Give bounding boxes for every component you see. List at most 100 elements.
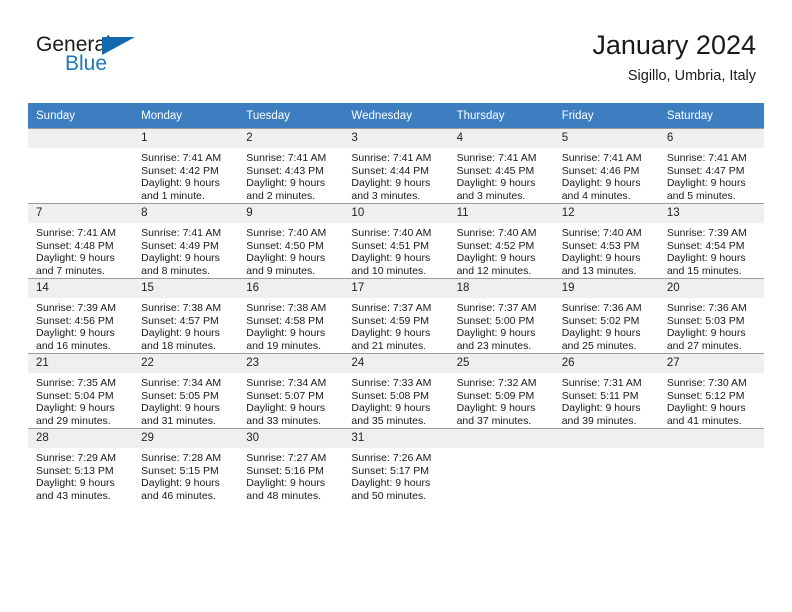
day-cell[interactable]: 2 Sunrise: 7:41 AM Sunset: 4:43 PM Daylight… [238, 128, 344, 203]
day-cell[interactable]: 12 Sunrise: 7:40 AM Sunset: 4:53 PM Dayligh… [553, 203, 659, 278]
day-cell[interactable]: 19 Sunrise: 7:36 AM Sunset: 5:02 PM Dayligh… [553, 278, 659, 353]
calendar-cell[interactable] [28, 128, 134, 203]
calendar-cell[interactable]: 17 Sunrise: 7:37 AM Sunset: 4:59 PM Dayligh… [343, 278, 449, 353]
calendar-cell[interactable]: 21 Sunrise: 7:35 AM Sunset: 5:04 PM Dayligh… [28, 353, 134, 428]
calendar-cell[interactable]: 25 Sunrise: 7:32 AM Sunset: 5:09 PM Dayligh… [448, 353, 554, 428]
daylight-text-line1: Daylight: 9 hours [561, 252, 641, 265]
day-cell[interactable]: 30 Sunrise: 7:27 AM Sunset: 5:16 PM Dayligh… [238, 428, 344, 503]
calendar-cell[interactable]: 23 Sunrise: 7:34 AM Sunset: 5:07 PM Dayligh… [238, 353, 344, 428]
day-cell[interactable]: 25 Sunrise: 7:32 AM Sunset: 5:09 PM Dayligh… [448, 353, 554, 428]
day-cell[interactable]: 1 Sunrise: 7:41 AM Sunset: 4:42 PM Daylight… [133, 128, 239, 203]
day-number: 2 [238, 129, 344, 148]
day-cell[interactable]: 9 Sunrise: 7:40 AM Sunset: 4:50 PM Daylight… [238, 203, 344, 278]
calendar-cell[interactable]: 6 Sunrise: 7:41 AM Sunset: 4:47 PM Daylight… [658, 128, 764, 203]
day-cell[interactable]: 13 Sunrise: 7:39 AM Sunset: 4:54 PM Dayligh… [658, 203, 764, 278]
day-cell[interactable]: 27 Sunrise: 7:30 AM Sunset: 5:12 PM Dayligh… [658, 353, 764, 428]
day-cell[interactable]: 31 Sunrise: 7:26 AM Sunset: 5:17 PM Dayligh… [343, 428, 449, 503]
day-cell[interactable]: 4 Sunrise: 7:41 AM Sunset: 4:45 PM Daylight… [448, 128, 554, 203]
daylight-text-line1: Daylight: 9 hours [351, 477, 431, 490]
day-cell[interactable]: 24 Sunrise: 7:33 AM Sunset: 5:08 PM Dayligh… [343, 353, 449, 428]
calendar-cell[interactable]: 19 Sunrise: 7:36 AM Sunset: 5:02 PM Dayligh… [553, 278, 659, 353]
daylight-text-line2: and 48 minutes. [246, 489, 321, 502]
calendar-cell[interactable]: 12 Sunrise: 7:40 AM Sunset: 4:53 PM Dayligh… [553, 203, 659, 278]
day-cell[interactable]: 26 Sunrise: 7:31 AM Sunset: 5:11 PM Dayligh… [553, 353, 659, 428]
sunrise-text: Sunrise: 7:39 AM [36, 302, 116, 314]
sunset-text: Sunset: 5:15 PM [141, 464, 219, 477]
day-cell[interactable]: 20 Sunrise: 7:36 AM Sunset: 5:03 PM Dayligh… [658, 278, 764, 353]
day-cell[interactable]: 17 Sunrise: 7:37 AM Sunset: 4:59 PM Dayligh… [343, 278, 449, 353]
calendar-cell[interactable]: 29 Sunrise: 7:28 AM Sunset: 5:15 PM Dayligh… [133, 428, 239, 503]
calendar-cell[interactable] [448, 428, 554, 503]
general-blue-logo[interactable]: General Blue [36, 34, 156, 82]
day-cell[interactable]: 28 Sunrise: 7:29 AM Sunset: 5:13 PM Dayligh… [28, 428, 134, 503]
calendar-cell[interactable]: 8 Sunrise: 7:41 AM Sunset: 4:49 PM Daylight… [133, 203, 239, 278]
day-cell[interactable]: 21 Sunrise: 7:35 AM Sunset: 5:04 PM Dayligh… [28, 353, 134, 428]
weekday-header-wednesday: Wednesday [343, 103, 449, 128]
calendar-cell[interactable]: 18 Sunrise: 7:37 AM Sunset: 5:00 PM Dayligh… [448, 278, 554, 353]
weekday-header-tuesday: Tuesday [238, 103, 344, 128]
daylight-text-line1: Daylight: 9 hours [351, 402, 431, 415]
calendar-cell[interactable]: 26 Sunrise: 7:31 AM Sunset: 5:11 PM Dayligh… [553, 353, 659, 428]
sunset-text: Sunset: 4:53 PM [561, 239, 640, 252]
daylight-text-line1: Daylight: 9 hours [36, 252, 115, 265]
day-details: Sunrise: 7:41 AM Sunset: 4:48 PM Daylight:… [28, 223, 133, 277]
calendar-cell[interactable]: 10 Sunrise: 7:40 AM Sunset: 4:51 PM Dayligh… [343, 203, 449, 278]
day-cell[interactable]: 14 Sunrise: 7:39 AM Sunset: 4:56 PM Dayligh… [28, 278, 134, 353]
calendar-cell[interactable]: 14 Sunrise: 7:39 AM Sunset: 4:56 PM Dayligh… [28, 278, 134, 353]
day-cell[interactable]: 15 Sunrise: 7:38 AM Sunset: 4:57 PM Dayligh… [133, 278, 239, 353]
weekday-header-sunday: Sunday [28, 103, 134, 128]
sunrise-text: Sunrise: 7:37 AM [456, 302, 537, 314]
calendar-cell[interactable]: 27 Sunrise: 7:30 AM Sunset: 5:12 PM Dayligh… [658, 353, 764, 428]
day-cell[interactable]: 6 Sunrise: 7:41 AM Sunset: 4:47 PM Daylight… [658, 128, 764, 203]
day-cell[interactable]: 10 Sunrise: 7:40 AM Sunset: 4:51 PM Dayligh… [343, 203, 449, 278]
calendar-cell[interactable] [658, 428, 764, 503]
sunset-text: Sunset: 5:09 PM [456, 389, 535, 402]
daylight-text-line1: Daylight: 9 hours [561, 177, 641, 190]
day-number: 17 [343, 279, 449, 298]
day-cell[interactable]: 22 Sunrise: 7:34 AM Sunset: 5:05 PM Dayligh… [133, 353, 239, 428]
day-cell[interactable]: 16 Sunrise: 7:38 AM Sunset: 4:58 PM Dayligh… [238, 278, 344, 353]
sunrise-text: Sunrise: 7:41 AM [351, 152, 432, 164]
sunset-text: Sunset: 5:04 PM [36, 389, 114, 402]
calendar-cell[interactable]: 24 Sunrise: 7:33 AM Sunset: 5:08 PM Dayligh… [343, 353, 449, 428]
sunset-text: Sunset: 4:48 PM [36, 239, 114, 252]
calendar-cell[interactable]: 11 Sunrise: 7:40 AM Sunset: 4:52 PM Dayligh… [448, 203, 554, 278]
day-cell[interactable]: 5 Sunrise: 7:41 AM Sunset: 4:46 PM Daylight… [553, 128, 659, 203]
calendar-cell[interactable]: 1 Sunrise: 7:41 AM Sunset: 4:42 PM Daylight… [133, 128, 239, 203]
calendar-cell[interactable]: 3 Sunrise: 7:41 AM Sunset: 4:44 PM Daylight… [343, 128, 449, 203]
day-cell[interactable]: 8 Sunrise: 7:41 AM Sunset: 4:49 PM Daylight… [133, 203, 239, 278]
calendar-cell[interactable]: 13 Sunrise: 7:39 AM Sunset: 4:54 PM Dayligh… [658, 203, 764, 278]
daylight-text-line2: and 50 minutes. [351, 489, 427, 502]
calendar-cell[interactable]: 4 Sunrise: 7:41 AM Sunset: 4:45 PM Daylight… [448, 128, 554, 203]
calendar-cell[interactable]: 20 Sunrise: 7:36 AM Sunset: 5:03 PM Dayligh… [658, 278, 764, 353]
calendar-cell[interactable]: 16 Sunrise: 7:38 AM Sunset: 4:58 PM Dayligh… [238, 278, 344, 353]
day-number: 28 [28, 429, 134, 448]
weekday-header-monday: Monday [133, 103, 239, 128]
day-details: Sunrise: 7:28 AM Sunset: 5:15 PM Daylight:… [133, 448, 238, 502]
calendar-cell[interactable]: 9 Sunrise: 7:40 AM Sunset: 4:50 PM Daylight… [238, 203, 344, 278]
calendar-cell[interactable] [553, 428, 659, 503]
day-cell[interactable]: 18 Sunrise: 7:37 AM Sunset: 5:00 PM Dayligh… [448, 278, 554, 353]
day-cell[interactable]: 11 Sunrise: 7:40 AM Sunset: 4:52 PM Dayligh… [448, 203, 554, 278]
calendar-cell[interactable]: 28 Sunrise: 7:29 AM Sunset: 5:13 PM Dayligh… [28, 428, 134, 503]
day-cell[interactable]: 3 Sunrise: 7:41 AM Sunset: 4:44 PM Daylight… [343, 128, 449, 203]
calendar-cell[interactable]: 22 Sunrise: 7:34 AM Sunset: 5:05 PM Dayligh… [133, 353, 239, 428]
daylight-text-line2: and 29 minutes. [36, 414, 111, 427]
calendar-cell[interactable]: 15 Sunrise: 7:38 AM Sunset: 4:57 PM Dayligh… [133, 278, 239, 353]
sunrise-text: Sunrise: 7:41 AM [246, 152, 327, 164]
sunset-text: Sunset: 4:45 PM [456, 164, 535, 177]
calendar-cell[interactable]: 30 Sunrise: 7:27 AM Sunset: 5:16 PM Dayligh… [238, 428, 344, 503]
sunset-text: Sunset: 4:54 PM [666, 239, 745, 252]
calendar-cell[interactable]: 5 Sunrise: 7:41 AM Sunset: 4:46 PM Daylight… [553, 128, 659, 203]
calendar-cell[interactable]: 7 Sunrise: 7:41 AM Sunset: 4:48 PM Daylight… [28, 203, 134, 278]
sunrise-text: Sunrise: 7:41 AM [456, 152, 537, 164]
calendar-cell[interactable]: 31 Sunrise: 7:26 AM Sunset: 5:17 PM Dayligh… [343, 428, 449, 503]
day-cell[interactable]: 29 Sunrise: 7:28 AM Sunset: 5:15 PM Dayligh… [133, 428, 239, 503]
sunrise-text: Sunrise: 7:37 AM [351, 302, 432, 314]
day-number: 16 [238, 279, 344, 298]
daylight-text-line2: and 41 minutes. [666, 414, 742, 427]
day-cell[interactable]: 7 Sunrise: 7:41 AM Sunset: 4:48 PM Daylight… [28, 203, 134, 278]
day-cell[interactable]: 23 Sunrise: 7:34 AM Sunset: 5:07 PM Dayligh… [238, 353, 344, 428]
calendar-cell[interactable]: 2 Sunrise: 7:41 AM Sunset: 4:43 PM Daylight… [238, 128, 344, 203]
daylight-text-line2: and 2 minutes. [246, 189, 316, 202]
